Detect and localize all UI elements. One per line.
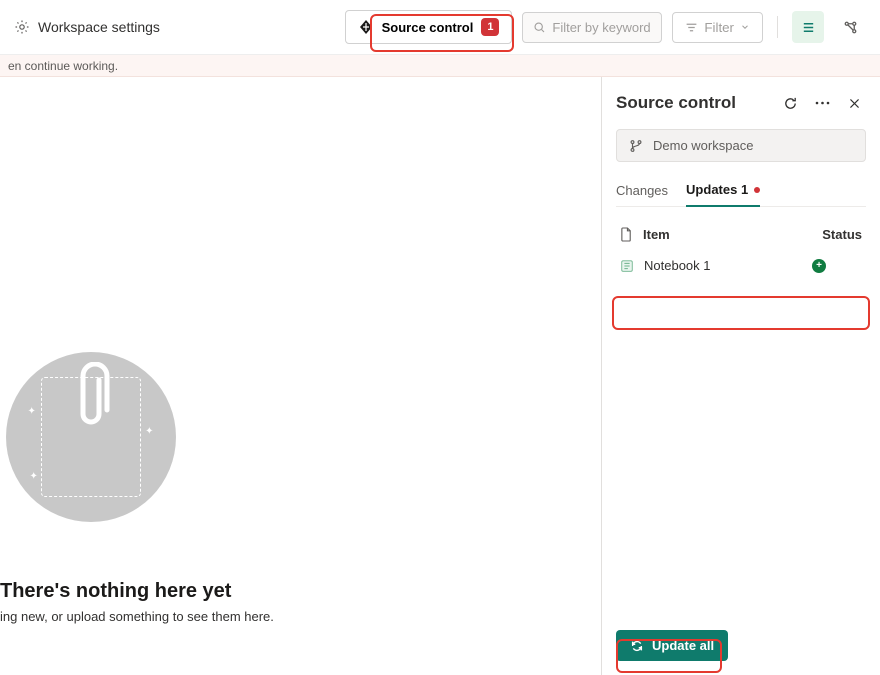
more-button[interactable]	[810, 91, 834, 115]
tab-changes-label: Changes	[616, 183, 668, 198]
workspace-settings-label: Workspace settings	[38, 19, 160, 35]
column-item: Item	[643, 227, 670, 242]
branch-selector[interactable]: Demo workspace	[616, 129, 866, 162]
update-row-name: Notebook 1	[644, 258, 711, 273]
top-toolbar: Workspace settings Source control 1 Filt…	[0, 0, 880, 55]
gear-icon	[14, 19, 30, 35]
main-split: ✦ ✦ ✦ There's nothing here yet ing new, …	[0, 77, 880, 675]
search-icon	[533, 21, 546, 34]
filter-button-label: Filter	[704, 20, 734, 35]
toolbar-divider	[777, 16, 778, 38]
main-pane: ✦ ✦ ✦ There's nothing here yet ing new, …	[0, 77, 602, 675]
panel-tabs: Changes Updates 1	[616, 176, 866, 207]
source-control-label: Source control	[382, 20, 474, 35]
source-control-badge: 1	[481, 18, 499, 36]
source-control-button[interactable]: Source control 1	[345, 10, 513, 44]
tab-updates-label: Updates 1	[686, 182, 748, 197]
workspace-settings-button[interactable]: Workspace settings	[14, 19, 160, 35]
list-view-button[interactable]	[792, 11, 824, 43]
panel-title: Source control	[616, 93, 770, 113]
close-button[interactable]	[842, 91, 866, 115]
list-header: Item Status	[616, 221, 866, 248]
paperclip-icon	[69, 362, 113, 432]
empty-state-subtitle: ing new, or upload something to see them…	[0, 609, 274, 624]
filter-button[interactable]: Filter	[672, 12, 763, 43]
chevron-down-icon	[740, 22, 750, 32]
panel-header: Source control	[616, 91, 866, 115]
column-status: Status	[812, 227, 862, 242]
sync-icon	[630, 639, 644, 653]
list-icon	[801, 20, 816, 35]
branch-name: Demo workspace	[653, 138, 753, 153]
notice-bar: en continue working.	[0, 55, 880, 77]
update-row[interactable]: Notebook 1 +	[616, 248, 866, 283]
status-added-icon: +	[812, 259, 826, 273]
branch-icon	[629, 139, 643, 153]
filter-icon	[685, 21, 698, 34]
lineage-view-button[interactable]	[834, 11, 866, 43]
lineage-icon	[843, 20, 858, 35]
refresh-button[interactable]	[778, 91, 802, 115]
tab-updates[interactable]: Updates 1	[686, 176, 760, 207]
file-icon	[620, 227, 633, 242]
update-all-label: Update all	[652, 638, 714, 653]
notebook-icon	[620, 259, 634, 273]
updates-indicator-dot	[754, 187, 760, 193]
empty-illustration: ✦ ✦ ✦	[6, 352, 176, 522]
panel-footer: Update all	[616, 616, 866, 675]
source-control-icon	[358, 19, 374, 35]
tab-changes[interactable]: Changes	[616, 176, 668, 206]
notice-text: en continue working.	[8, 59, 118, 73]
filter-keyword-input[interactable]: Filter by keyword	[522, 12, 662, 43]
source-control-panel: Source control Demo workspace Changes Up…	[602, 77, 880, 675]
filter-keyword-placeholder: Filter by keyword	[552, 20, 650, 35]
empty-state-title: There's nothing here yet	[0, 580, 231, 603]
update-all-button[interactable]: Update all	[616, 630, 728, 661]
